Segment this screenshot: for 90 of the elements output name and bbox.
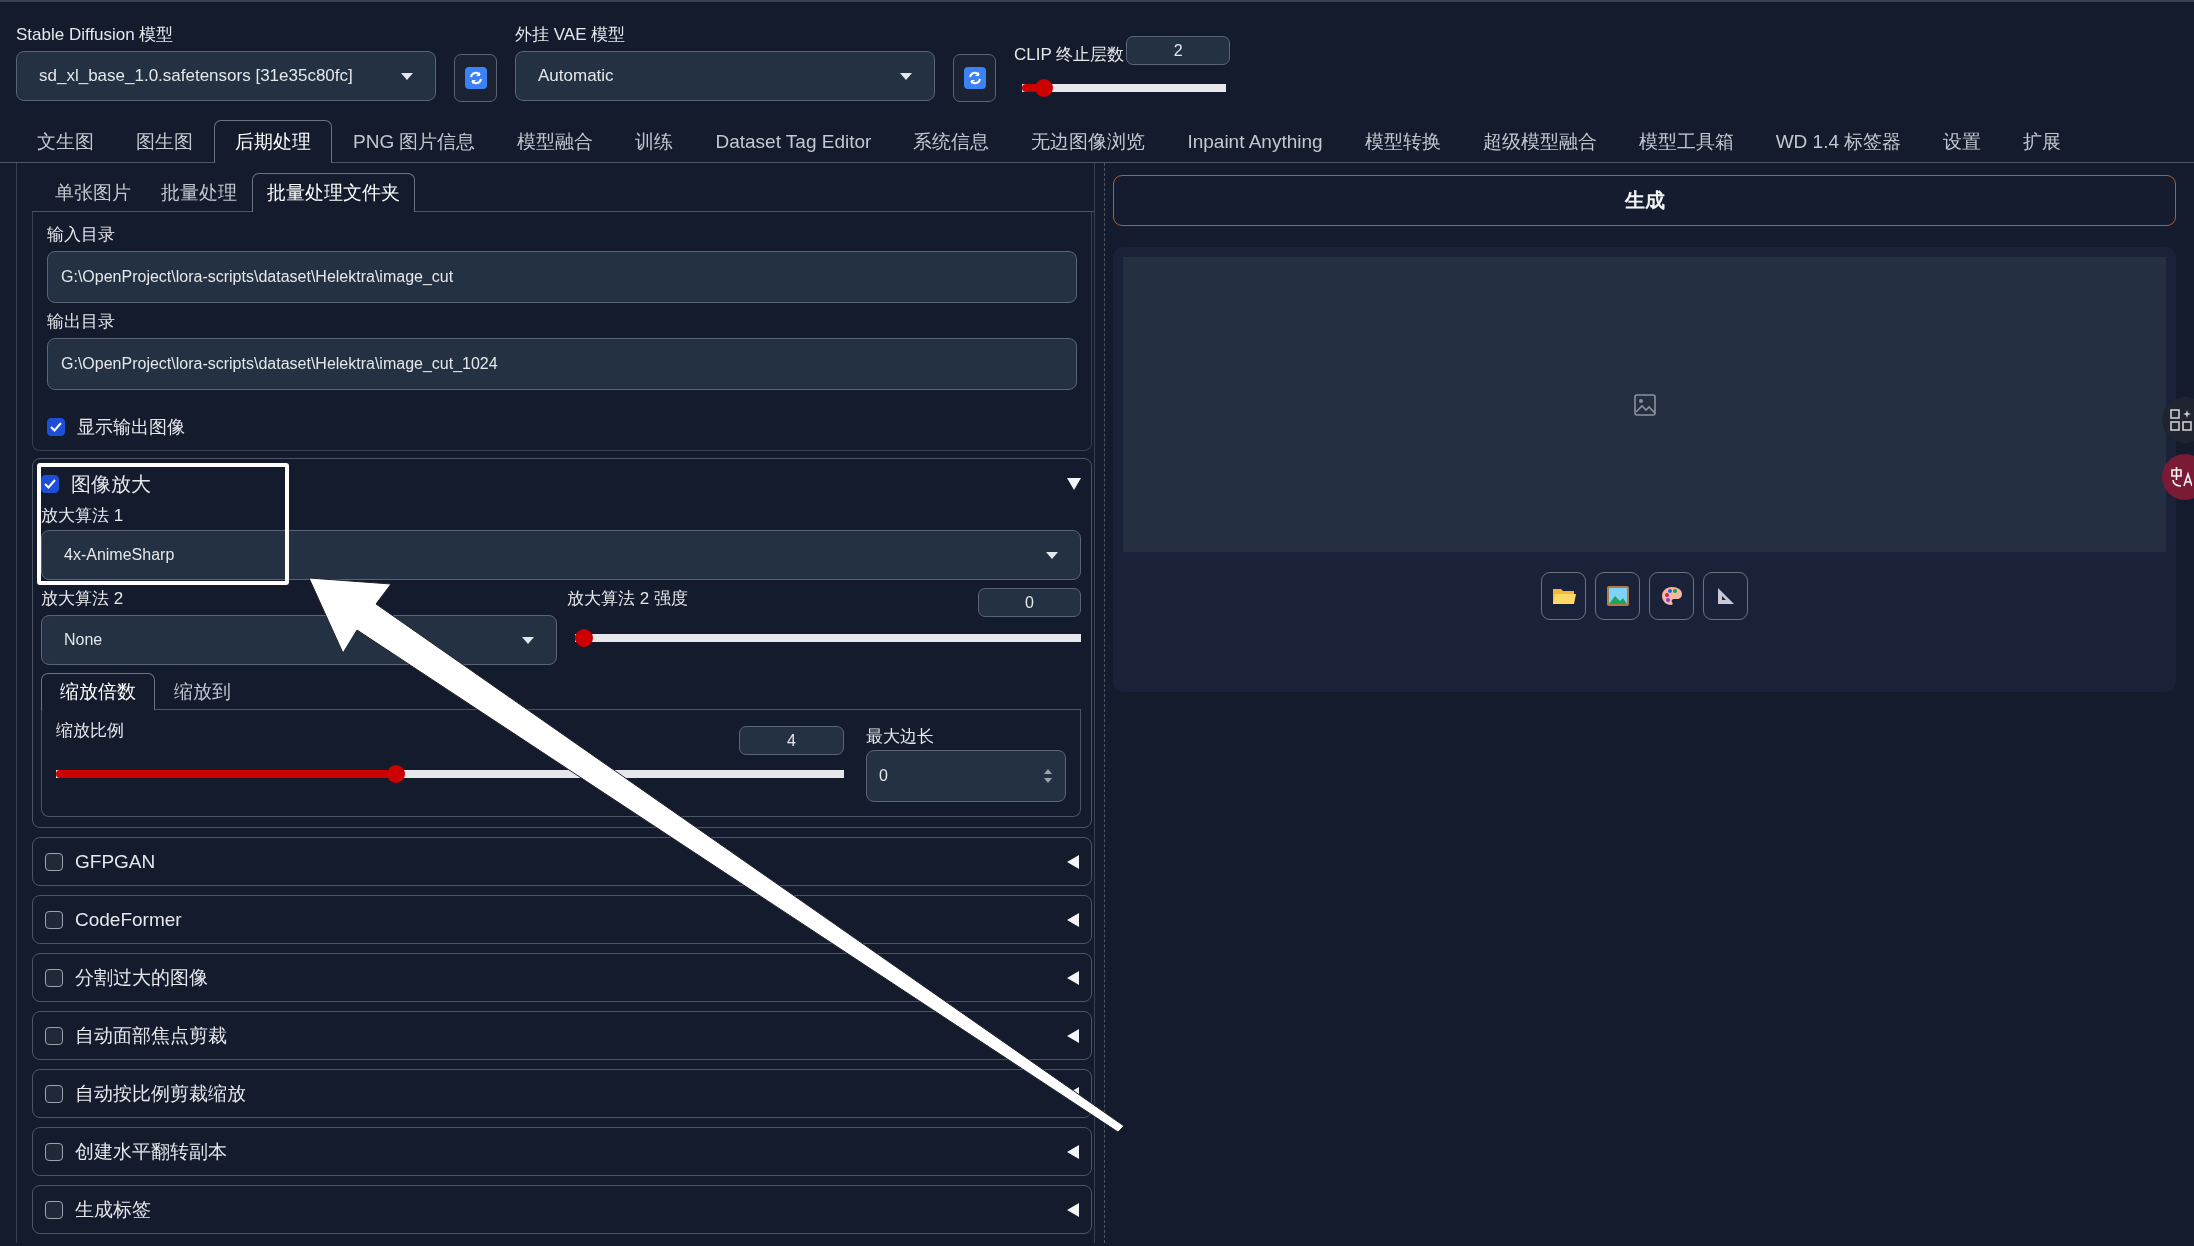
field-label: 放大算法 1 <box>41 505 125 527</box>
refresh-icon <box>464 67 487 89</box>
image-icon <box>1633 393 1656 416</box>
model-dropdown[interactable]: sd_xl_base_1.0.safetensors [31e35c80fc] <box>16 51 436 101</box>
checkbox[interactable] <box>45 968 63 987</box>
caret-icon <box>900 72 912 80</box>
caret-icon <box>522 636 534 644</box>
refresh-button[interactable] <box>953 54 996 102</box>
caret-icon <box>401 72 413 80</box>
section-title: GFPGAN <box>75 850 156 873</box>
send-inpaint-button[interactable] <box>1649 572 1694 620</box>
open-folder-button[interactable] <box>1541 572 1586 620</box>
tab[interactable]: 图生图 <box>115 120 214 163</box>
tab[interactable]: 批量处理 <box>146 173 252 212</box>
section-title: 生成标签 <box>75 1197 151 1222</box>
translate-icon <box>2170 466 2192 488</box>
tab[interactable]: 单张图片 <box>40 173 146 212</box>
apps-icon <box>2170 409 2192 431</box>
refresh-button[interactable] <box>454 54 497 102</box>
field-label: Stable Diffusion 模型 <box>16 24 175 46</box>
field-label: CLIP 终止层数 <box>1014 44 1125 66</box>
tab[interactable]: 模型融合 <box>496 120 615 163</box>
field-label: 最大边长 <box>866 726 935 748</box>
tab[interactable]: PNG 图片信息 <box>332 120 497 163</box>
input-field[interactable]: G:\OpenProject\lora-scripts\dataset\Helektra\image_cut_1024 <box>47 338 1077 390</box>
checkbox[interactable] <box>45 1026 63 1045</box>
tab[interactable]: 模型工具箱 <box>1617 120 1755 163</box>
folder-icon <box>1551 586 1576 606</box>
tab[interactable]: 无边图像浏览 <box>1010 120 1167 163</box>
tab[interactable]: 后期处理 <box>214 120 332 163</box>
generate-button[interactable]: 生成 <box>1113 175 2176 226</box>
ruler-triangle-icon <box>1715 586 1736 606</box>
checkbox[interactable] <box>41 475 59 493</box>
tab[interactable]: 缩放倍数 <box>41 673 155 710</box>
slider-thumb[interactable] <box>575 629 593 647</box>
send-image-button[interactable] <box>1595 572 1640 620</box>
send-extras-button[interactable] <box>1703 572 1748 620</box>
field-label: 输出目录 <box>47 311 116 333</box>
field-label: 缩放比例 <box>56 720 124 742</box>
tab[interactable]: 批量处理文件夹 <box>252 173 415 212</box>
refresh-icon <box>963 67 986 89</box>
spinner-icon <box>1043 768 1053 784</box>
checkbox[interactable] <box>45 1142 63 1161</box>
tab[interactable]: 扩展 <box>2002 120 2083 163</box>
section-title: 自动按比例剪裁缩放 <box>75 1081 246 1106</box>
palette-icon <box>1660 586 1683 606</box>
field-label: 输入目录 <box>47 224 116 246</box>
section-title: 自动面部焦点剪裁 <box>75 1023 227 1048</box>
slider-thumb[interactable] <box>387 765 406 783</box>
section-header[interactable]: GFPGAN <box>32 837 1092 886</box>
tab[interactable]: 训练 <box>614 120 695 163</box>
section-header[interactable]: 自动按比例剪裁缩放 <box>32 1069 1092 1118</box>
tab[interactable]: 超级模型融合 <box>1461 120 1618 163</box>
field-label: 外挂 VAE 模型 <box>515 24 627 46</box>
section-title: 创建水平翻转副本 <box>75 1139 227 1164</box>
tab[interactable]: 模型转换 <box>1343 120 1462 163</box>
number-input[interactable]: 0 <box>978 588 1081 617</box>
input-value: 0 <box>879 767 888 785</box>
tab[interactable]: Inpaint Anything <box>1166 120 1344 163</box>
number-input[interactable]: 0 <box>866 750 1066 802</box>
tab[interactable]: 文生图 <box>16 120 115 163</box>
vae-dropdown[interactable]: Automatic <box>515 51 935 101</box>
checkbox[interactable] <box>45 1084 63 1103</box>
field-label: 放大算法 2 <box>41 588 125 610</box>
section-title: 分割过大的图像 <box>75 965 208 990</box>
checkbox[interactable] <box>45 1200 63 1219</box>
checkbox[interactable] <box>45 910 63 929</box>
input-field[interactable]: G:\OpenProject\lora-scripts\dataset\Helektra\image_cut <box>47 251 1077 303</box>
tab[interactable]: 系统信息 <box>892 120 1011 163</box>
tab[interactable]: Dataset Tag Editor <box>694 120 893 163</box>
slider-thumb[interactable] <box>1035 79 1053 97</box>
tab[interactable]: 缩放到 <box>155 673 250 710</box>
checkbox-label: 显示输出图像 <box>77 416 185 439</box>
caret-icon <box>1046 551 1058 559</box>
section-header[interactable]: 分割过大的图像 <box>32 953 1092 1002</box>
upscaler-dropdown[interactable]: 4x-AnimeSharp <box>41 530 1081 580</box>
section-header[interactable]: 创建水平翻转副本 <box>32 1127 1092 1176</box>
number-input[interactable]: 2 <box>1126 36 1231 65</box>
section-header[interactable]: CodeFormer <box>32 895 1092 944</box>
number-input[interactable]: 4 <box>739 726 844 755</box>
checkbox[interactable] <box>45 852 63 871</box>
picture-icon <box>1606 586 1629 606</box>
checkbox[interactable] <box>47 418 65 436</box>
tab[interactable]: 设置 <box>1922 120 2003 163</box>
tab[interactable]: WD 1.4 标签器 <box>1754 120 1923 163</box>
section-header[interactable]: 自动面部焦点剪裁 <box>32 1011 1092 1060</box>
section-header[interactable]: 生成标签 <box>32 1185 1092 1234</box>
field-label: 放大算法 2 强度 <box>567 588 688 610</box>
section-title: CodeFormer <box>75 908 182 931</box>
section-title: 图像放大 <box>71 471 151 497</box>
